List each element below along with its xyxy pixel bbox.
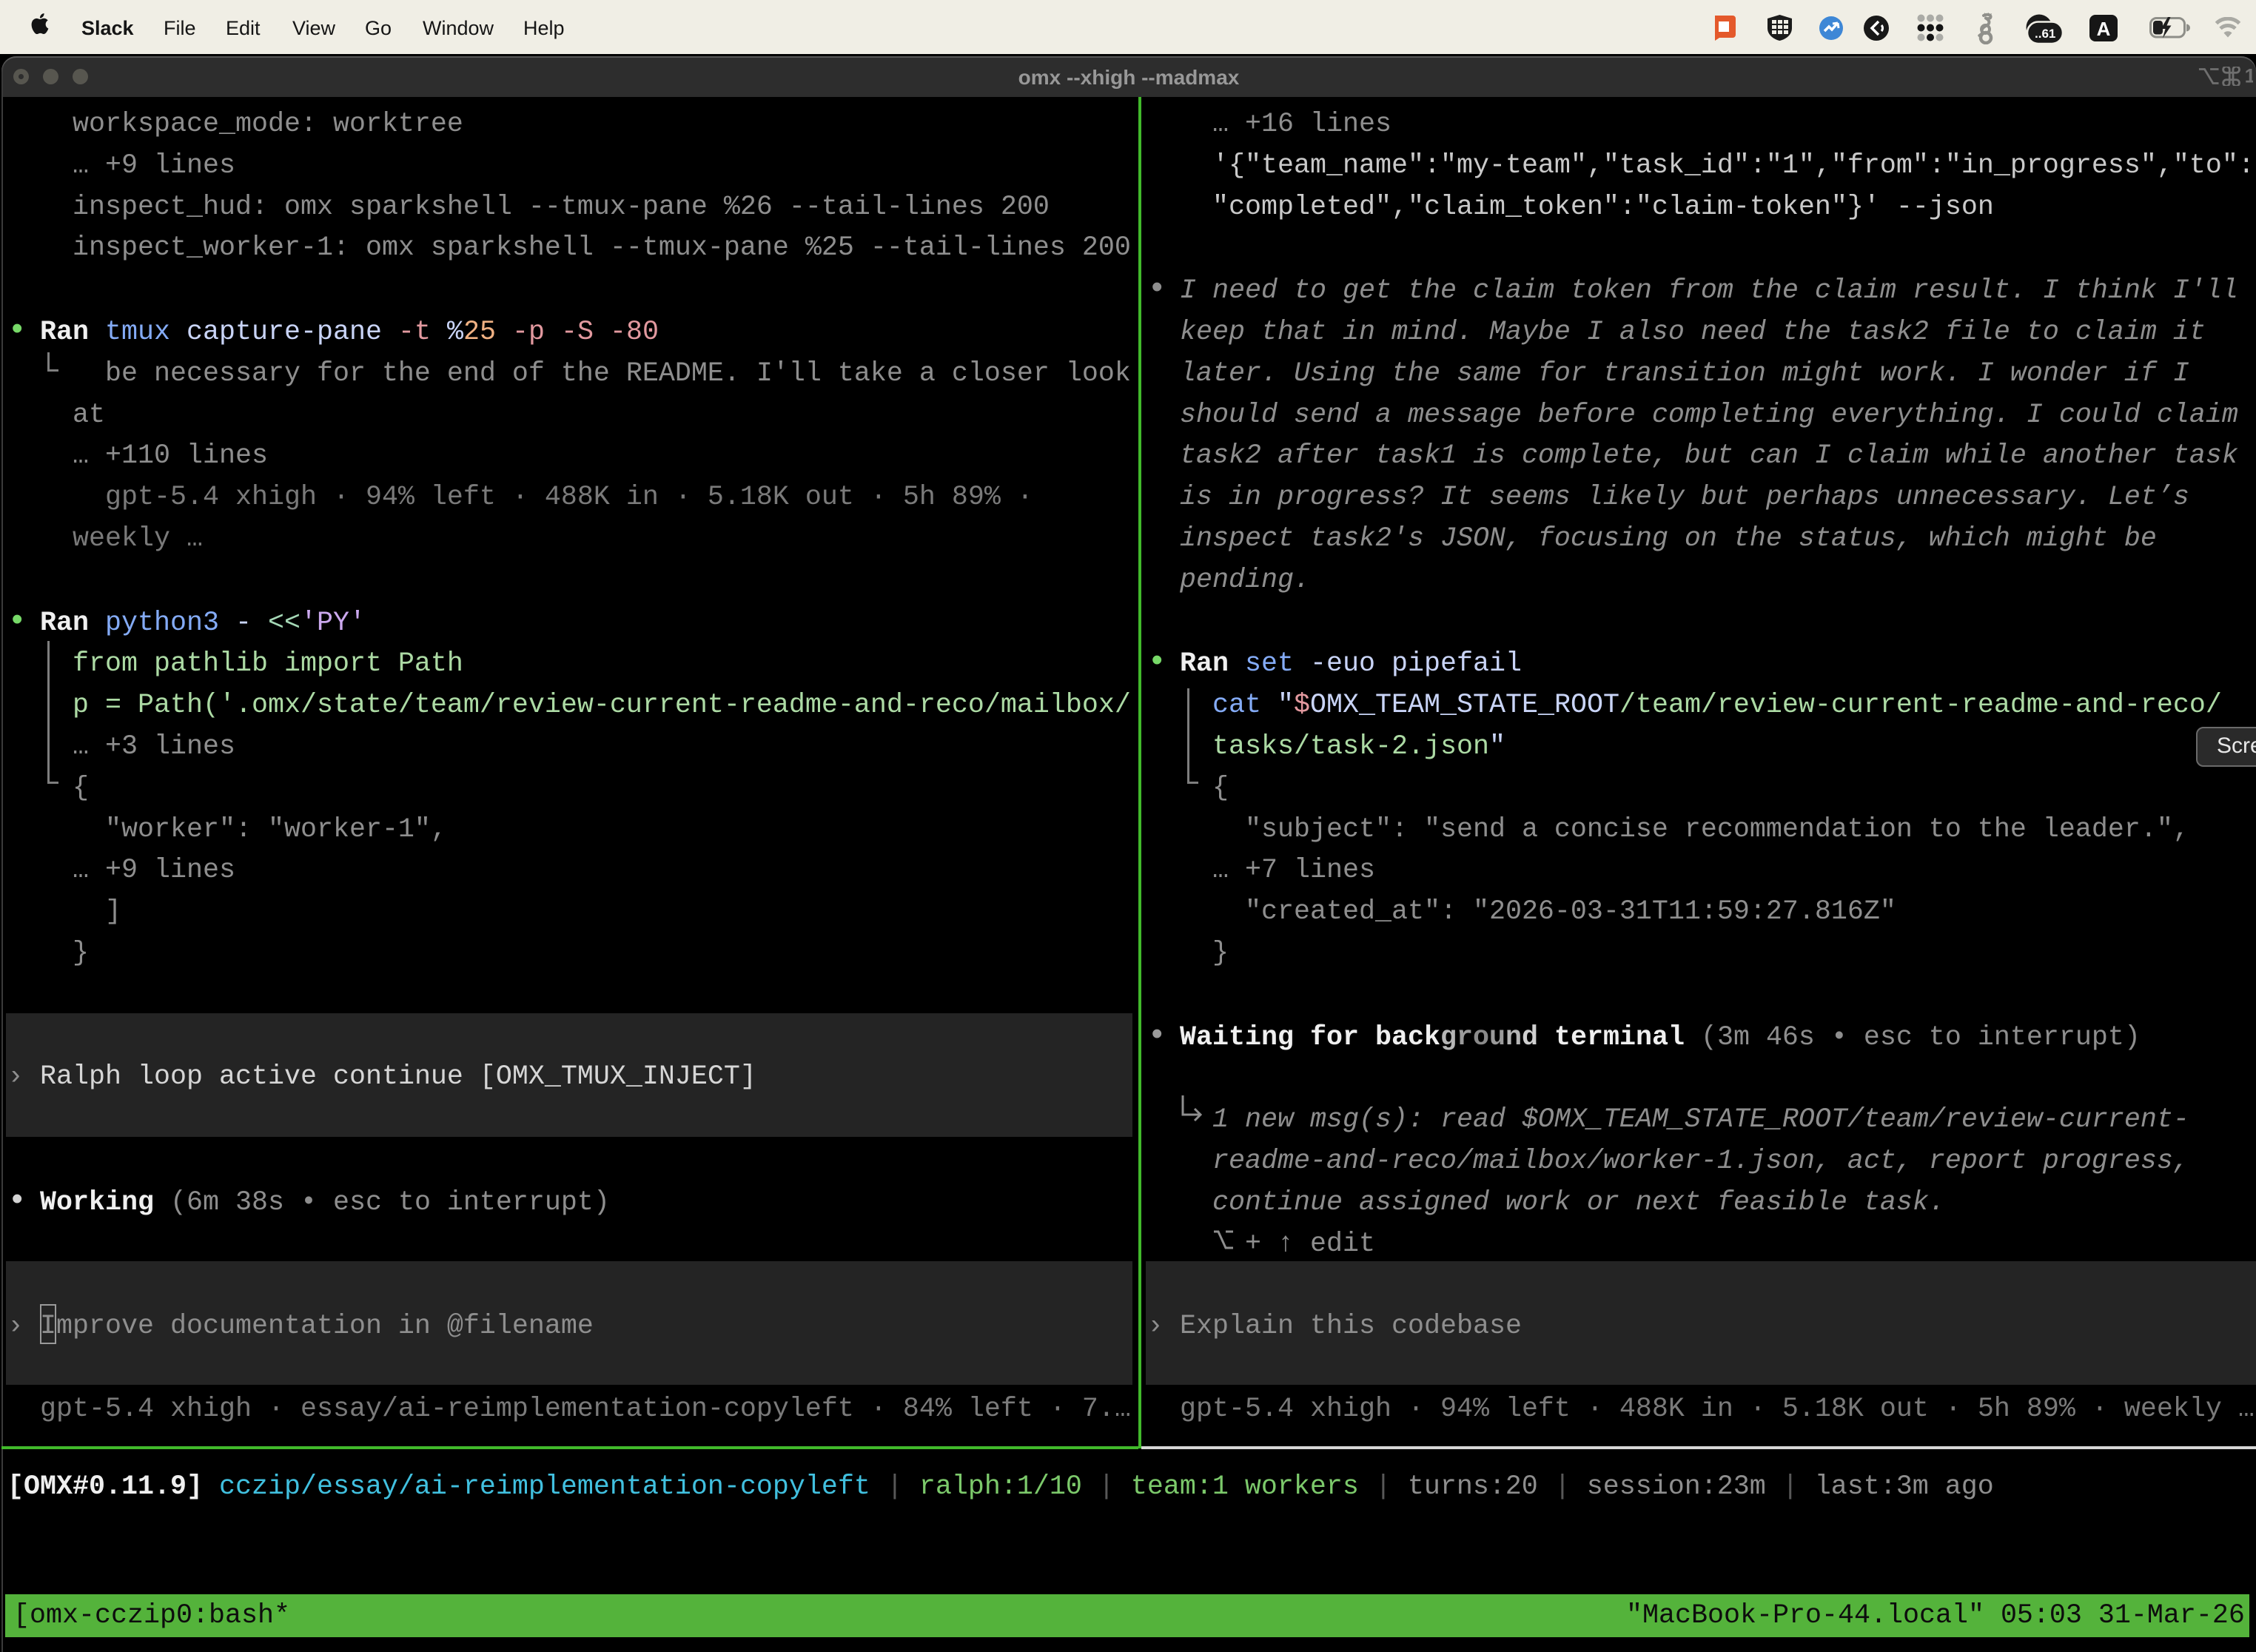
svg-text:A: A: [2097, 18, 2111, 40]
svg-text:1: 1: [2245, 67, 2253, 86]
svg-text:..61: ..61: [2035, 27, 2055, 41]
